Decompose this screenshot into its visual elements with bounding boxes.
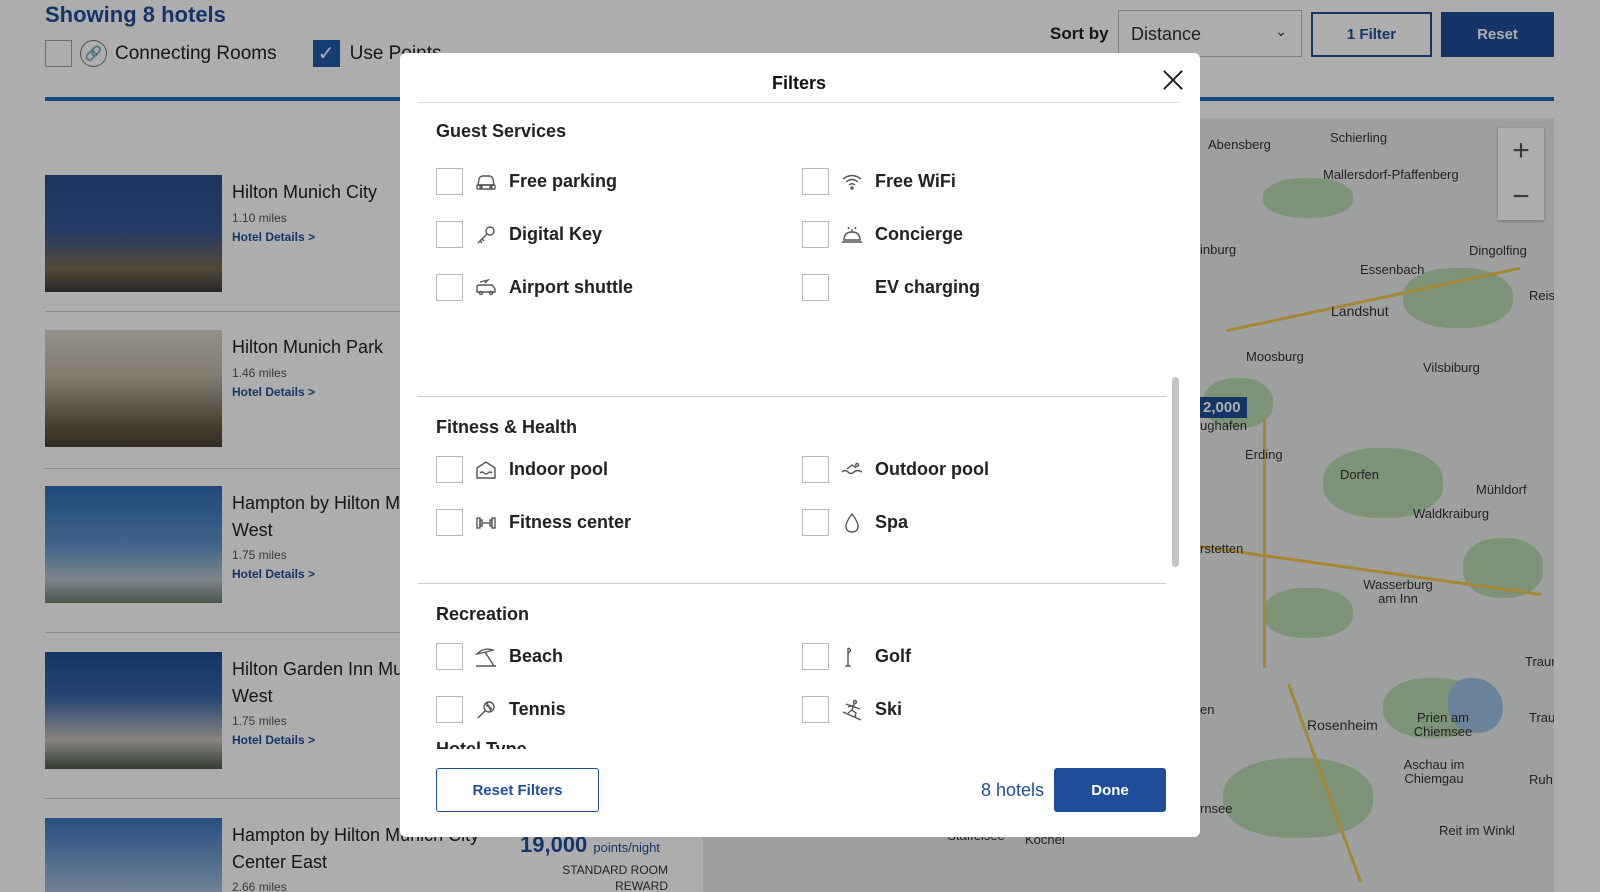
option-label: Ski [875,699,903,719]
option-label: Airport shuttle [509,277,633,297]
checkbox[interactable] [436,509,463,536]
scrollbar-thumb[interactable] [1172,377,1179,567]
option-label: EV charging [875,277,981,297]
section-recreation: Recreation Beach Golf Tennis Ski [418,584,1166,749]
checkbox[interactable] [802,643,829,670]
filter-option-ev-charging[interactable]: EV charging [802,274,980,301]
section-title: Fitness & Health [436,417,578,437]
option-label: Free parking [509,171,618,191]
checkbox[interactable] [802,221,829,248]
filter-option-golf[interactable]: Golf [802,643,911,670]
filter-option-concierge[interactable]: Concierge [802,221,963,248]
option-label: Spa [875,512,909,532]
filters-modal: Filters Guest Services Free parking Free… [400,53,1200,837]
checkbox[interactable] [436,168,463,195]
checkbox[interactable] [436,643,463,670]
section-title: Recreation [436,604,530,624]
checkbox[interactable] [436,274,463,301]
filters-list: Guest Services Free parking Free WiFi Di… [418,109,1180,749]
checkbox[interactable] [436,456,463,483]
bell-icon [839,222,865,248]
wifi-icon [839,169,865,195]
filter-option-free-parking[interactable]: Free parking [436,168,617,195]
filter-option-spa[interactable]: Spa [802,509,908,536]
car-icon [473,169,499,195]
option-label: Indoor pool [509,459,608,479]
section-fitness-health: Fitness & Health Indoor pool Outdoor poo… [418,397,1166,584]
scrollbar[interactable] [1171,109,1180,749]
filter-option-indoor-pool[interactable]: Indoor pool [436,456,608,483]
checkbox[interactable] [802,456,829,483]
option-label: Golf [875,646,911,666]
filter-option-airport-shuttle[interactable]: Airport shuttle [436,274,633,301]
key-icon [473,222,499,248]
umbrella-icon [473,644,499,670]
filter-option-beach[interactable]: Beach [436,643,563,670]
hotel-count: 8 hotels [981,780,1045,800]
flag-icon [839,644,865,670]
modal-title: Filters [771,73,827,93]
section-guest-services: Guest Services Free parking Free WiFi Di… [418,109,1166,397]
checkbox[interactable] [802,509,829,536]
filter-option-ski[interactable]: Ski [802,696,902,723]
filter-option-tennis[interactable]: Tennis [436,696,566,723]
option-label: Digital Key [509,224,603,244]
reset-filters-button[interactable]: Reset Filters [436,768,599,812]
modal-header: Filters [418,53,1180,103]
filter-option-outdoor-pool[interactable]: Outdoor pool [802,456,989,483]
checkbox[interactable] [802,168,829,195]
filter-option-free-wifi[interactable]: Free WiFi [802,168,956,195]
ev-charging-icon [839,275,865,301]
modal-footer: Reset Filters 8 hotels Done [436,768,1166,812]
option-label: Beach [509,646,564,666]
shuttle-icon [473,275,499,301]
drop-icon [839,510,865,536]
checkbox[interactable] [436,696,463,723]
section-title: Guest Services [436,121,567,141]
checkbox[interactable] [802,274,829,301]
option-label: Fitness center [509,512,632,532]
ski-icon [839,697,865,723]
checkbox[interactable] [802,696,829,723]
option-label: Tennis [509,699,566,719]
close-icon[interactable] [1160,67,1186,93]
outdoor-pool-icon [839,457,865,483]
section-title-partial: Hotel Type [436,739,527,749]
dumbbell-icon [473,510,499,536]
option-label: Outdoor pool [875,459,989,479]
checkbox[interactable] [436,221,463,248]
filter-option-fitness-center[interactable]: Fitness center [436,509,631,536]
option-label: Free WiFi [875,171,956,191]
option-label: Concierge [875,224,964,244]
indoor-pool-icon [473,457,499,483]
filter-option-digital-key[interactable]: Digital Key [436,221,602,248]
done-button[interactable]: Done [1054,768,1166,812]
tennis-icon [473,697,499,723]
